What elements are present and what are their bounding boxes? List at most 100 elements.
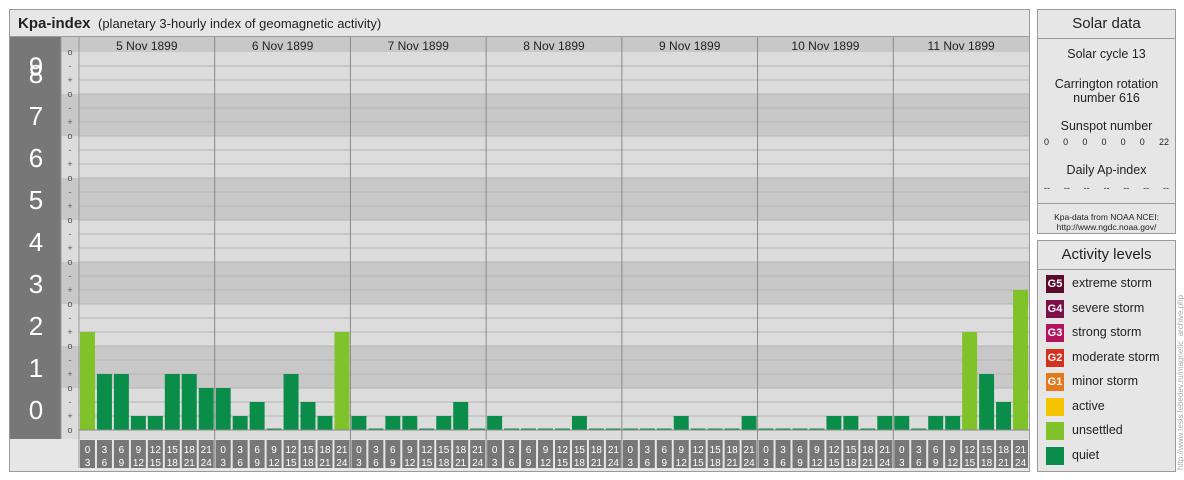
legend-swatch: G3 [1046, 324, 1064, 342]
y-tick-label: 5 [29, 185, 43, 215]
hour-end-label: 15 [285, 458, 297, 469]
kp-bar [928, 416, 944, 430]
sunspot-value: 0 [1139, 137, 1145, 147]
kp-band-2 [10, 304, 1029, 346]
solar-cycle: Solar cycle 13 [1067, 47, 1146, 61]
hour-end-label: 24 [472, 458, 484, 469]
hour-end-label: 3 [356, 458, 362, 469]
hour-start-label: 12 [964, 445, 976, 456]
legend-label: unsettled [1072, 423, 1123, 437]
hour-start-label: 9 [543, 445, 549, 456]
hour-start-label: 3 [645, 445, 651, 456]
hour-end-label: 15 [693, 458, 705, 469]
kp-bar [164, 374, 180, 430]
y-tick-label: 3 [29, 269, 43, 299]
hour-start-label: 21 [744, 445, 756, 456]
ap-index-label: Daily Ap-index [1066, 163, 1147, 177]
minor-tick-label: - [69, 187, 72, 197]
hour-start-label: 15 [574, 445, 586, 456]
hour-start-label: 18 [184, 445, 196, 456]
day-label: 6 Nov 1899 [252, 39, 314, 53]
sunspot-value: 22 [1158, 137, 1169, 147]
kp-bar [283, 374, 299, 430]
minor-tick-label: - [69, 103, 72, 113]
legend-label: extreme storm [1072, 276, 1152, 290]
ap-index-values: -- -- -- -- -- -- -- [1038, 183, 1175, 193]
hour-end-label: 6 [509, 458, 515, 469]
hour-end-label: 21 [862, 458, 874, 469]
legend-swatch: G5 [1046, 275, 1064, 293]
hour-start-label: 0 [356, 445, 362, 456]
minor-tick-label: + [67, 285, 72, 295]
hour-start-label: 9 [814, 445, 820, 456]
hour-end-label: 18 [710, 458, 722, 469]
ap-value: -- [1083, 183, 1090, 193]
minor-tick-label: + [67, 243, 72, 253]
legend-swatch [1046, 422, 1064, 440]
sunspot-value: 0 [1120, 137, 1126, 147]
hour-end-label: 3 [899, 458, 905, 469]
minor-tick-label: + [67, 201, 72, 211]
hour-end-label: 15 [421, 458, 433, 469]
hour-end-label: 6 [916, 458, 922, 469]
kp-bar [402, 416, 418, 430]
hour-end-label: 15 [557, 458, 569, 469]
hour-start-label: 15 [845, 445, 857, 456]
hour-end-label: 12 [404, 458, 416, 469]
sunspot-value: 0 [1082, 137, 1088, 147]
y-tick-label: 9 [29, 52, 43, 82]
minor-tick-label: o [67, 341, 72, 351]
y-tick-label: 2 [29, 311, 43, 341]
hour-end-label: 12 [947, 458, 959, 469]
hour-start-label: 0 [763, 445, 769, 456]
sunspot-value: 0 [1044, 137, 1050, 147]
kp-bar [1013, 290, 1028, 430]
kp-bar [317, 416, 333, 430]
hour-start-label: 18 [862, 445, 874, 456]
activity-levels-panel: Activity levels G5 extreme storm G4 severe … [1037, 240, 1176, 472]
hour-start-label: 9 [136, 445, 142, 456]
carrington-rotation: Carrington rotation number 616 [1054, 77, 1159, 105]
legend-label: strong storm [1072, 325, 1142, 339]
kp-band-7 [10, 94, 1029, 136]
minor-tick-label: - [69, 397, 72, 407]
kp-bar [453, 401, 469, 430]
legend-label: quiet [1072, 447, 1100, 462]
hour-start-label: 6 [526, 445, 532, 456]
data-source-text: Kpa-data from NOAA NCEI: [1054, 212, 1159, 222]
hour-end-label: 12 [811, 458, 823, 469]
kp-bar [487, 416, 503, 430]
minor-tick-label: + [67, 411, 72, 421]
kp-bar [826, 416, 842, 430]
minor-tick-label: - [69, 229, 72, 239]
hour-start-label: 12 [693, 445, 705, 456]
hour-start-label: 6 [254, 445, 260, 456]
y-tick-label: 0 [29, 395, 43, 425]
data-source-url[interactable]: http://www.ngdc.noaa.gov/ [1038, 222, 1175, 232]
hour-end-label: 12 [676, 458, 688, 469]
kp-bar [334, 332, 350, 430]
hour-end-label: 15 [150, 458, 162, 469]
hour-start-label: 6 [119, 445, 125, 456]
sunspot-values: 0 0 0 0 0 0 22 [1038, 137, 1175, 147]
hour-end-label: 9 [119, 458, 125, 469]
hour-start-label: 21 [472, 445, 484, 456]
minor-tick-label: o [67, 173, 72, 183]
hour-start-label: 0 [492, 445, 498, 456]
hour-start-label: 21 [608, 445, 620, 456]
hour-end-label: 3 [628, 458, 634, 469]
hour-start-label: 3 [373, 445, 379, 456]
hour-end-label: 6 [102, 458, 108, 469]
y-tick-label: 7 [29, 101, 43, 131]
kp-bar [198, 388, 214, 430]
hour-start-label: 18 [727, 445, 739, 456]
hour-end-label: 24 [744, 458, 756, 469]
day-label: 11 Nov 1899 [928, 39, 995, 53]
hour-end-label: 3 [492, 458, 498, 469]
minor-tick-label: - [69, 271, 72, 281]
kp-band-6 [10, 136, 1029, 178]
hour-start-label: 21 [201, 445, 213, 456]
hour-end-label: 6 [780, 458, 786, 469]
hour-start-label: 18 [998, 445, 1010, 456]
hour-end-label: 18 [845, 458, 857, 469]
